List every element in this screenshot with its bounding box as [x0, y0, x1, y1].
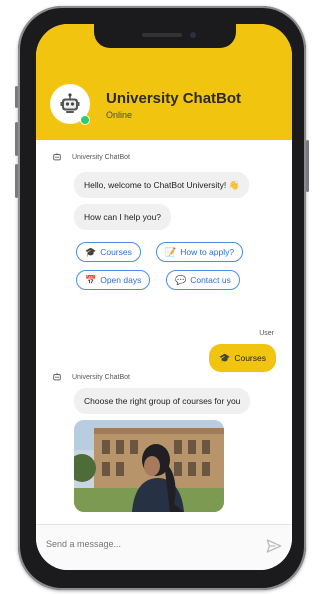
robot-icon: [53, 152, 61, 161]
robot-icon: [60, 93, 80, 113]
quick-reply-contact-us[interactable]: 💬 Contact us: [166, 270, 240, 290]
robot-icon: [53, 372, 61, 381]
speaker-grille: [142, 33, 182, 37]
quick-reply-how-to-apply[interactable]: 📝 How to apply?: [156, 242, 244, 262]
bot-sender-label: University ChatBot: [72, 153, 130, 161]
message-composer: [36, 524, 292, 570]
calendar-icon: 📅: [85, 275, 97, 285]
user-message: 🎓 Courses: [209, 344, 276, 372]
bot-sender-label: University ChatBot: [72, 373, 130, 381]
phone-screen: University ChatBot Online University Cha…: [36, 24, 292, 570]
quick-reply-open-days[interactable]: 📅 Open days: [76, 270, 151, 290]
bot-sender-row: University ChatBot: [52, 152, 130, 162]
notepad-icon: 📝: [165, 247, 177, 257]
graduation-cap-icon: 🎓: [219, 353, 231, 363]
quick-reply-label: Courses: [100, 247, 132, 257]
volume-up-button: [15, 122, 18, 156]
quick-reply-label: Contact us: [190, 275, 231, 285]
welcome-message: Hello, welcome to ChatBot University! 👋: [74, 172, 250, 198]
mute-switch: [15, 86, 18, 108]
bot-sender-row: University ChatBot: [52, 372, 130, 382]
online-indicator: [80, 115, 90, 125]
phone-notch: [94, 24, 236, 48]
graduation-cap-icon: 🎓: [85, 247, 97, 257]
quick-reply-courses[interactable]: 🎓 Courses: [76, 242, 141, 262]
help-message: How can I help you?: [74, 204, 172, 230]
user-sender-label: User: [259, 330, 274, 337]
quick-reply-label: Open days: [100, 275, 142, 285]
send-icon[interactable]: [266, 538, 282, 554]
quick-reply-label: How to apply?: [180, 247, 235, 257]
bot-name: University ChatBot: [106, 90, 242, 107]
volume-down-button: [15, 164, 18, 198]
message-input[interactable]: [46, 539, 246, 549]
power-button: [306, 140, 309, 192]
choose-courses-message: Choose the right group of courses for yo…: [74, 388, 251, 414]
user-message-text: Courses: [234, 353, 266, 363]
campus-photo: [74, 420, 224, 512]
speech-bubble-icon: 💬: [175, 275, 187, 285]
front-camera: [190, 32, 196, 38]
bot-status: Online: [106, 110, 133, 120]
